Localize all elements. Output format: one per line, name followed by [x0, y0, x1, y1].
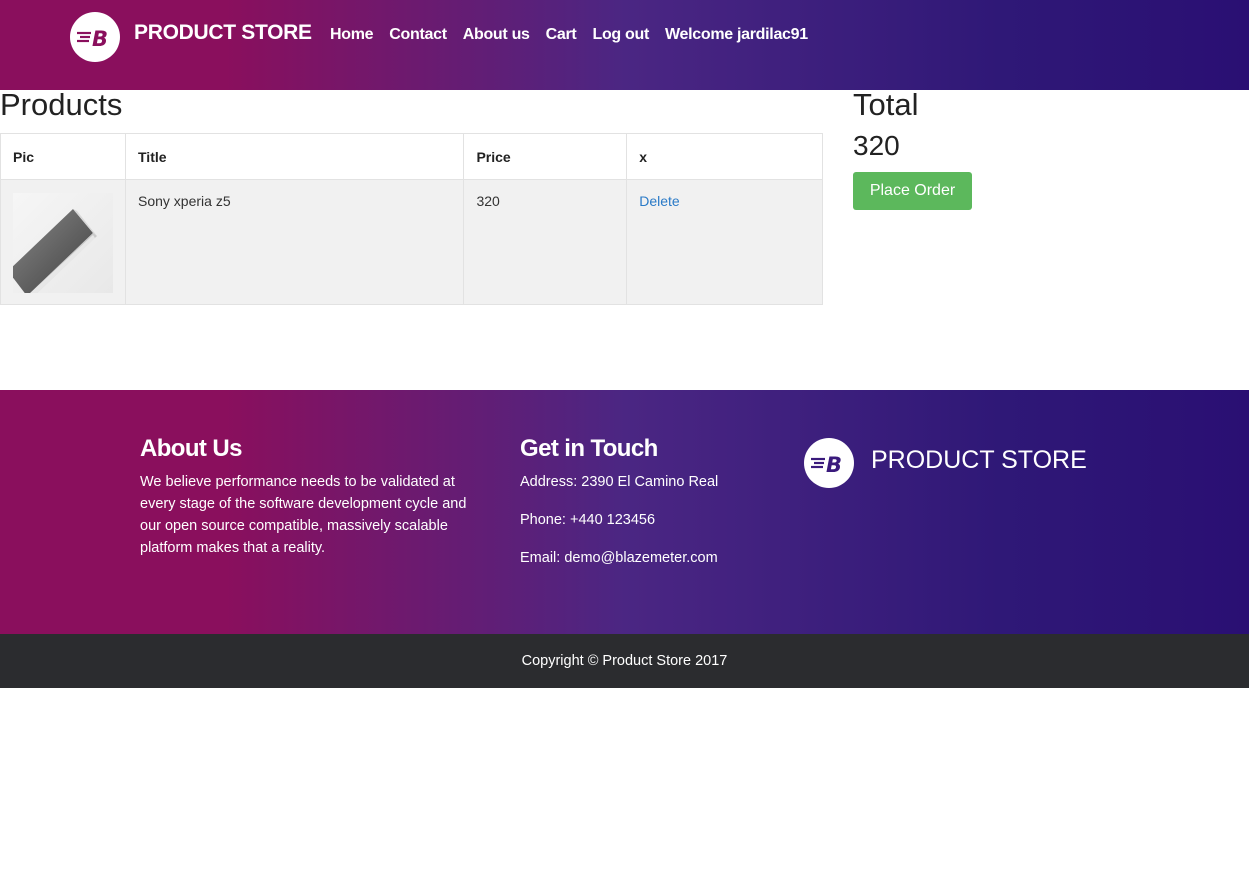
brand-title[interactable]: PRODUCT STORE [134, 21, 312, 45]
nav-cart[interactable]: Cart [546, 26, 577, 44]
product-image [13, 193, 113, 293]
footer-email: Email: demo@blazemeter.com [520, 550, 718, 566]
footer-address: Address: 2390 El Camino Real [520, 474, 719, 490]
column-header-pic: Pic [0, 133, 126, 180]
footer: About Us We believe performance needs to… [0, 390, 1249, 634]
footer-logo-icon: B [804, 438, 854, 488]
column-header-title: Title [124, 133, 465, 180]
get-in-touch-heading: Get in Touch [520, 435, 658, 462]
products-heading: Products [0, 87, 123, 122]
product-title-cell: Sony xperia z5 [124, 179, 465, 305]
delete-link[interactable]: Delete [639, 193, 679, 209]
blazemeter-logo-icon[interactable]: B [70, 12, 120, 62]
about-us-heading: About Us [140, 435, 242, 462]
navbar: B PRODUCT STORE Home Contact About us Ca… [0, 0, 1249, 90]
nav-contact[interactable]: Contact [389, 26, 447, 44]
nav-welcome-user[interactable]: Welcome jardilac91 [665, 26, 808, 44]
product-pic-cell [0, 179, 126, 305]
nav-about-us[interactable]: About us [463, 26, 530, 44]
total-value: 320 [853, 130, 900, 161]
svg-text:B: B [826, 453, 842, 476]
copyright-bar: Copyright © Product Store 2017 [0, 634, 1249, 688]
footer-phone: Phone: +440 123456 [520, 512, 656, 528]
cart-table: Pic Title Price x Sony xperia z5 320 Del… [0, 133, 823, 305]
column-header-price: Price [463, 133, 628, 180]
phone-image-icon [13, 209, 97, 293]
copyright-text: Copyright © Product Store 2017 [521, 653, 728, 669]
table-header-row: Pic Title Price x [0, 133, 823, 180]
about-us-text: We believe performance needs to be valid… [140, 474, 467, 556]
nav-log-out[interactable]: Log out [592, 26, 649, 44]
place-order-button[interactable]: Place Order [853, 172, 972, 210]
table-row: Sony xperia z5 320 Delete [0, 179, 823, 305]
total-heading: Total [853, 87, 919, 122]
nav-links: Home Contact About us Cart Log out Welco… [330, 26, 808, 44]
svg-text:B: B [92, 27, 108, 50]
footer-brand: PRODUCT STORE [871, 446, 1087, 474]
column-header-x: x [626, 133, 823, 180]
nav-home[interactable]: Home [330, 26, 374, 44]
product-price-cell: 320 [463, 179, 628, 305]
product-action-cell: Delete [626, 179, 823, 305]
